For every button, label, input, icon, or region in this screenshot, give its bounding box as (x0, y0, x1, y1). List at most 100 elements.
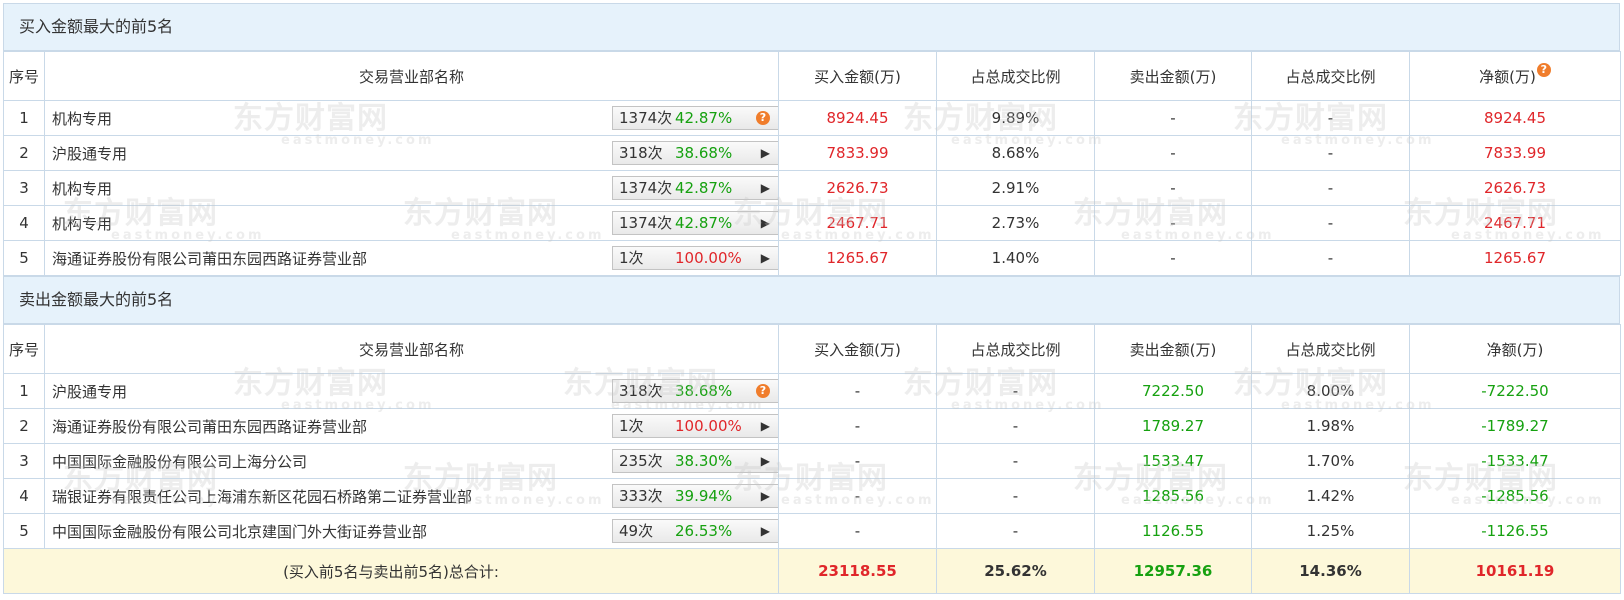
branch-name-link[interactable]: 沪股通专用 (52, 143, 127, 164)
branch-name-link[interactable]: 海通证券股份有限公司莆田东园西路证券营业部 (52, 416, 367, 437)
buy-top5-table: 序号 交易营业部名称 买入金额(万) 占总成交比例 卖出金额(万) 占总成交比例… (3, 51, 1621, 276)
row-buy-ratio: - (936, 443, 1095, 479)
arrow-right-icon[interactable]: ▶ (761, 212, 770, 234)
arrow-right-icon[interactable]: ▶ (761, 520, 770, 542)
branch-times: 318次 (619, 382, 663, 400)
question-icon[interactable]: ? (1536, 62, 1551, 77)
branch-stats-button[interactable]: 318次 38.68% ? (612, 379, 778, 403)
sell-table-body: 1 沪股通专用 318次 38.68% ? - - 7222.50 8.00% … (3, 373, 1621, 549)
branch-rate: 100.00% (675, 249, 742, 267)
arrow-right-icon[interactable]: ▶ (761, 450, 770, 472)
row-sell: - (1094, 170, 1252, 206)
row-sell: - (1094, 205, 1252, 241)
total-buy: 23118.55 (778, 548, 937, 594)
row-net: 8924.45 (1409, 100, 1621, 136)
row-index: 2 (3, 135, 45, 171)
branch-rate: 39.94% (675, 487, 733, 505)
row-index: 5 (3, 513, 45, 549)
row-buy: 8924.45 (778, 100, 937, 136)
row-buy-ratio: - (936, 373, 1095, 409)
row-net: 7833.99 (1409, 135, 1621, 171)
row-name-cell: 机构专用 1374次 42.87% ▶ (44, 205, 779, 241)
row-net: 2626.73 (1409, 170, 1621, 206)
col-net-label: 净额(万) (1479, 67, 1536, 86)
row-index: 1 (3, 100, 45, 136)
row-sell-ratio: - (1251, 170, 1410, 206)
branch-rate: 26.53% (675, 522, 733, 540)
branch-name-link[interactable]: 瑞银证券有限责任公司上海浦东新区花园石桥路第二证券营业部 (52, 486, 472, 507)
branch-stats-button[interactable]: 1374次 42.87% ▶ (612, 176, 778, 200)
row-sell-ratio: 1.98% (1251, 408, 1410, 444)
branch-name-link[interactable]: 机构专用 (52, 213, 112, 234)
row-sell-ratio: 1.42% (1251, 478, 1410, 514)
arrow-right-icon[interactable]: ▶ (761, 415, 770, 437)
row-buy: 2626.73 (778, 170, 937, 206)
row-sell: 7222.50 (1094, 373, 1252, 409)
table-row: 5 海通证券股份有限公司莆田东园西路证券营业部 1次 100.00% ▶ 126… (3, 240, 1621, 276)
table-row: 4 瑞银证券有限责任公司上海浦东新区花园石桥路第二证券营业部 333次 39.9… (3, 478, 1621, 514)
buy-top5-title: 买入金额最大的前5名 (3, 3, 1620, 51)
row-index: 5 (3, 240, 45, 276)
branch-stats-button[interactable]: 1374次 42.87% ? (612, 106, 778, 130)
branch-name-link[interactable]: 中国国际金融股份有限公司上海分公司 (52, 451, 307, 472)
question-icon[interactable]: ? (756, 111, 770, 125)
row-name-cell: 瑞银证券有限责任公司上海浦东新区花园石桥路第二证券营业部 333次 39.94%… (44, 478, 779, 514)
row-buy-ratio: - (936, 408, 1095, 444)
sell-table-header: 序号 交易营业部名称 买入金额(万) 占总成交比例 卖出金额(万) 占总成交比例… (3, 324, 1621, 374)
row-sell: 1285.56 (1094, 478, 1252, 514)
branch-name-link[interactable]: 机构专用 (52, 108, 112, 129)
row-buy: - (778, 443, 937, 479)
row-name-cell: 中国国际金融股份有限公司上海分公司 235次 38.30% ▶ (44, 443, 779, 479)
col-buy: 买入金额(万) (778, 51, 937, 101)
branch-times: 1次 (619, 417, 644, 435)
sell-top5-table: 序号 交易营业部名称 买入金额(万) 占总成交比例 卖出金额(万) 占总成交比例… (3, 324, 1621, 594)
row-sell: - (1094, 100, 1252, 136)
row-sell-ratio: - (1251, 240, 1410, 276)
total-buy-ratio: 25.62% (936, 548, 1095, 594)
row-sell: - (1094, 240, 1252, 276)
col-buy-ratio: 占总成交比例 (936, 324, 1095, 374)
row-buy: - (778, 408, 937, 444)
branch-name-link[interactable]: 中国国际金融股份有限公司北京建国门外大街证券营业部 (52, 521, 427, 542)
row-net: -1533.47 (1409, 443, 1621, 479)
row-index: 4 (3, 205, 45, 241)
col-net: 净额(万) (1409, 324, 1621, 374)
row-sell-ratio: 1.25% (1251, 513, 1410, 549)
row-buy: 1265.67 (778, 240, 937, 276)
row-sell-ratio: - (1251, 135, 1410, 171)
row-buy-ratio: 2.73% (936, 205, 1095, 241)
branch-times: 333次 (619, 487, 663, 505)
branch-name-link[interactable]: 沪股通专用 (52, 381, 127, 402)
arrow-right-icon[interactable]: ▶ (761, 247, 770, 269)
branch-times: 1374次 (619, 109, 673, 127)
table-row: 3 机构专用 1374次 42.87% ▶ 2626.73 2.91% - - … (3, 170, 1621, 206)
row-name-cell: 中国国际金融股份有限公司北京建国门外大街证券营业部 49次 26.53% ▶ (44, 513, 779, 549)
branch-stats-button[interactable]: 49次 26.53% ▶ (612, 519, 778, 543)
branch-stats-button[interactable]: 1374次 42.87% ▶ (612, 211, 778, 235)
table-row: 1 机构专用 1374次 42.87% ? 8924.45 9.89% - - … (3, 100, 1621, 136)
branch-stats-button[interactable]: 333次 39.94% ▶ (612, 484, 778, 508)
arrow-right-icon[interactable]: ▶ (761, 485, 770, 507)
row-buy: 7833.99 (778, 135, 937, 171)
row-buy: - (778, 373, 937, 409)
branch-stats-button[interactable]: 1次 100.00% ▶ (612, 414, 778, 438)
col-sell-ratio: 占总成交比例 (1251, 51, 1410, 101)
branch-stats-button[interactable]: 318次 38.68% ▶ (612, 141, 778, 165)
row-index: 3 (3, 443, 45, 479)
arrow-right-icon[interactable]: ▶ (761, 142, 770, 164)
branch-stats-button[interactable]: 1次 100.00% ▶ (612, 246, 778, 270)
row-buy-ratio: - (936, 513, 1095, 549)
col-name: 交易营业部名称 (44, 324, 779, 374)
row-buy: 2467.71 (778, 205, 937, 241)
branch-times: 318次 (619, 144, 663, 162)
row-buy-ratio: - (936, 478, 1095, 514)
row-buy-ratio: 2.91% (936, 170, 1095, 206)
branch-name-link[interactable]: 机构专用 (52, 178, 112, 199)
total-row: (买入前5名与卖出前5名)总合计: 23118.55 25.62% 12957.… (3, 548, 1621, 594)
arrow-right-icon[interactable]: ▶ (761, 177, 770, 199)
row-index: 1 (3, 373, 45, 409)
branch-stats-button[interactable]: 235次 38.30% ▶ (612, 449, 778, 473)
question-icon[interactable]: ? (756, 384, 770, 398)
row-net: -1126.55 (1409, 513, 1621, 549)
branch-name-link[interactable]: 海通证券股份有限公司莆田东园西路证券营业部 (52, 248, 367, 269)
